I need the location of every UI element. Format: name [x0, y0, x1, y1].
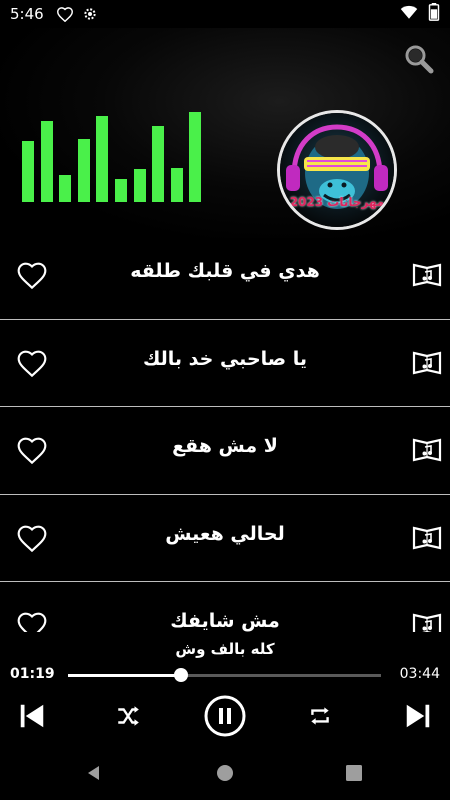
heart-outline-icon [56, 6, 74, 22]
shuffle-icon [118, 706, 139, 726]
app-logo: مهرجانات 2023 [277, 110, 397, 230]
music-book-icon [412, 437, 442, 463]
song-row[interactable]: لحالي هعيش [0, 495, 450, 582]
gorilla-dj-logo [280, 113, 394, 227]
wifi-icon [400, 4, 418, 24]
song-row[interactable]: مش شايفك [0, 582, 450, 632]
song-list[interactable]: هدي في قلبك طلقه يا صاحبي خد بالك لا مش … [0, 232, 450, 632]
pause-icon [204, 695, 246, 737]
pause-button[interactable] [203, 694, 247, 738]
song-row[interactable]: لا مش هقع [0, 407, 450, 495]
equalizer-bar [59, 175, 72, 202]
equalizer-bar [96, 116, 109, 202]
home-button[interactable] [215, 763, 235, 783]
equalizer-bar [22, 141, 34, 202]
settings-icon [82, 6, 98, 22]
seek-bar[interactable] [68, 668, 381, 682]
favorite-button[interactable] [16, 260, 50, 292]
player-panel: كله بالف وش 01:19 03:44 [0, 632, 450, 742]
favorite-button[interactable] [16, 610, 50, 632]
equalizer-bar [115, 179, 127, 202]
favorite-button[interactable] [16, 523, 50, 555]
song-title: يا صاحبي خد بالك [142, 347, 308, 370]
music-book-icon [412, 612, 442, 632]
shuffle-button[interactable] [114, 702, 142, 730]
now-playing-title: كله بالف وش [175, 640, 275, 658]
heart-outline-icon [17, 350, 47, 377]
seek-progress [68, 674, 181, 677]
equalizer-bar [77, 139, 90, 202]
status-right [400, 3, 440, 25]
heart-outline-icon [17, 612, 47, 632]
home-icon [217, 765, 233, 781]
equalizer-bar [152, 126, 165, 202]
song-title: هدي في قلبك طلقه [130, 260, 320, 282]
music-book-icon [412, 350, 442, 376]
repeat-icon [311, 707, 329, 725]
status-bar: 5:46 [0, 0, 450, 28]
previous-button[interactable] [14, 698, 50, 734]
logo-text: مهرجانات 2023 [289, 195, 385, 209]
heart-outline-icon [17, 525, 47, 552]
song-title: مش شايفك [170, 610, 280, 632]
equalizer-visualizer [22, 112, 206, 202]
song-title: لا مش هقع [172, 435, 278, 457]
system-nav-bar [0, 746, 450, 800]
current-time: 01:19 [10, 666, 55, 682]
status-time: 5:46 [10, 5, 44, 23]
heart-outline-icon [17, 262, 47, 290]
song-row[interactable]: هدي في قلبك طلقه [0, 232, 450, 320]
music-book-icon [412, 262, 442, 288]
total-time: 03:44 [399, 666, 440, 682]
next-button[interactable] [400, 698, 436, 734]
search-button[interactable] [402, 42, 436, 76]
equalizer-bar [133, 169, 146, 202]
equalizer-bar [40, 121, 53, 202]
favorite-button[interactable] [16, 435, 50, 467]
equalizer-bar [170, 168, 183, 202]
song-title: لحالي هعيش [165, 522, 285, 545]
recents-icon [346, 765, 362, 781]
song-row[interactable]: يا صاحبي خد بالك [0, 320, 450, 407]
skip-next-icon [406, 704, 430, 728]
recents-button[interactable] [344, 763, 364, 783]
back-icon [88, 766, 99, 780]
equalizer-bar [189, 112, 202, 202]
battery-icon [428, 3, 440, 25]
skip-previous-icon [20, 704, 44, 728]
seek-thumb[interactable] [173, 668, 188, 682]
repeat-button[interactable] [306, 702, 334, 730]
search-icon [405, 45, 434, 74]
back-button[interactable] [84, 763, 104, 783]
player-controls [0, 694, 450, 738]
heart-outline-icon [17, 437, 47, 465]
favorite-button[interactable] [16, 348, 50, 380]
music-book-icon [412, 525, 442, 551]
